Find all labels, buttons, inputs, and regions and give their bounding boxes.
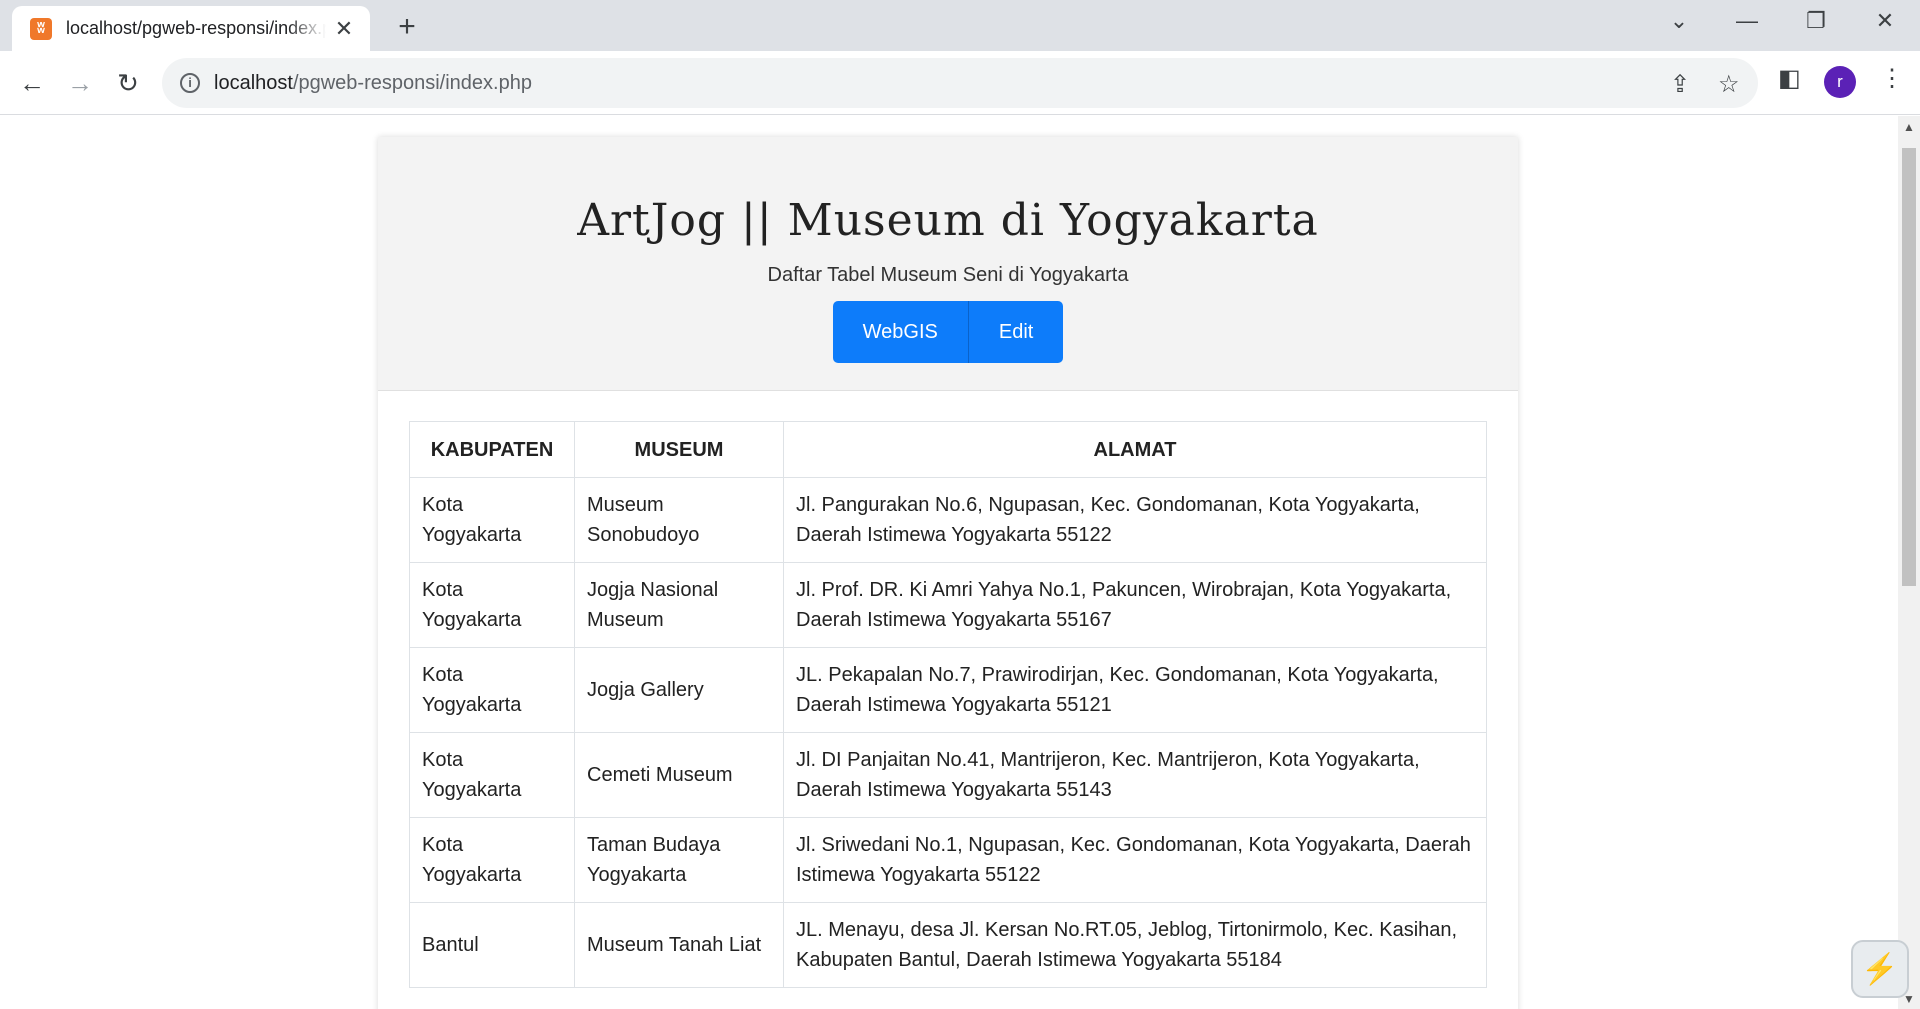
- cell-museum: Museum Tanah Liat: [574, 902, 784, 988]
- scrollbar-thumb[interactable]: [1902, 148, 1916, 586]
- header-museum: MUSEUM: [574, 421, 784, 478]
- page-subtitle: Daftar Tabel Museum Seni di Yogyakarta: [767, 264, 1129, 286]
- page-viewport: ArtJog || Museum di Yogyakarta Daftar Ta…: [0, 116, 1898, 1009]
- restore-icon[interactable]: ❐: [1796, 8, 1836, 34]
- tab-title: localhost/pgweb-responsi/index.php: [66, 18, 326, 38]
- table-row: Kota Yogyakarta Jogja Nasional Museum Jl…: [409, 562, 1487, 648]
- browser-tab[interactable]: ʬ localhost/pgweb-responsi/index.php ✕: [12, 6, 370, 51]
- cell-museum: Taman Budaya Yogyakarta: [574, 817, 784, 903]
- page-title: ArtJog || Museum di Yogyakarta: [577, 195, 1319, 246]
- cell-kabupaten: Bantul: [409, 902, 575, 988]
- cell-alamat: Jl. Sriwedani No.1, Ngupasan, Kec. Gondo…: [783, 817, 1487, 903]
- header-jumbotron: ArtJog || Museum di Yogyakarta Daftar Ta…: [378, 137, 1518, 391]
- edit-button[interactable]: Edit: [967, 301, 1064, 363]
- tab-close-icon[interactable]: ✕: [332, 16, 356, 42]
- table-wrapper: KABUPATEN MUSEUM ALAMAT Kota Yogyakarta …: [378, 391, 1518, 988]
- cell-kabupaten: Kota Yogyakarta: [409, 732, 575, 818]
- tab-search-icon[interactable]: ⌄: [1659, 8, 1699, 34]
- tab-strip: ʬ localhost/pgweb-responsi/index.php ✕ +…: [0, 0, 1920, 51]
- table-row: Kota Yogyakarta Taman Budaya Yogyakarta …: [409, 817, 1487, 903]
- cell-alamat: JL. Pekapalan No.7, Prawirodirjan, Kec. …: [783, 647, 1487, 733]
- cell-alamat: Jl. Prof. DR. Ki Amri Yahya No.1, Pakunc…: [783, 562, 1487, 648]
- cell-alamat: Jl. Pangurakan No.6, Ngupasan, Kec. Gond…: [783, 477, 1487, 563]
- cell-kabupaten: Kota Yogyakarta: [409, 477, 575, 563]
- xampp-favicon-icon: ʬ: [30, 17, 52, 40]
- cell-kabupaten: Kota Yogyakarta: [409, 562, 575, 648]
- header-kabupaten: KABUPATEN: [409, 421, 575, 478]
- table-row: Bantul Museum Tanah Liat JL. Menayu, des…: [409, 902, 1487, 988]
- side-panel-icon[interactable]: ◧: [1778, 64, 1801, 93]
- browser-toolbar: ← → ↻ i localhost/pgweb-responsi/index.p…: [0, 51, 1920, 115]
- cell-museum: Jogja Nasional Museum: [574, 562, 784, 648]
- cell-alamat: JL. Menayu, desa Jl. Kersan No.RT.05, Je…: [783, 902, 1487, 988]
- back-icon[interactable]: ←: [14, 65, 50, 101]
- site-info-icon[interactable]: i: [180, 73, 200, 93]
- floating-extension-icon[interactable]: ⚡: [1851, 940, 1909, 998]
- address-bar[interactable]: i localhost/pgweb-responsi/index.php ⇪ ☆: [162, 58, 1758, 108]
- cell-alamat: Jl. DI Panjaitan No.41, Mantrijeron, Kec…: [783, 732, 1487, 818]
- close-window-icon[interactable]: ✕: [1865, 8, 1905, 34]
- cell-kabupaten: Kota Yogyakarta: [409, 817, 575, 903]
- nav-button-group: WebGIS Edit: [832, 301, 1064, 363]
- museum-table: KABUPATEN MUSEUM ALAMAT Kota Yogyakarta …: [409, 421, 1487, 988]
- cell-museum: Museum Sonobudoyo: [574, 477, 784, 563]
- reload-icon[interactable]: ↻: [110, 65, 146, 101]
- menu-kebab-icon[interactable]: ⋮: [1880, 64, 1904, 93]
- new-tab-button[interactable]: +: [392, 10, 422, 44]
- table-row: Kota Yogyakarta Museum Sonobudoyo Jl. Pa…: [409, 477, 1487, 563]
- cell-museum: Jogja Gallery: [574, 647, 784, 733]
- minimize-icon[interactable]: —: [1727, 8, 1767, 34]
- main-container: ArtJog || Museum di Yogyakarta Daftar Ta…: [378, 137, 1518, 1009]
- forward-icon[interactable]: →: [62, 65, 98, 101]
- cell-museum: Cemeti Museum: [574, 732, 784, 818]
- webgis-button[interactable]: WebGIS: [832, 301, 968, 363]
- url-text[interactable]: localhost/pgweb-responsi/index.php: [214, 72, 532, 95]
- table-row: Kota Yogyakarta Jogja Gallery JL. Pekapa…: [409, 647, 1487, 733]
- table-header-row: KABUPATEN MUSEUM ALAMAT: [409, 421, 1487, 478]
- profile-avatar[interactable]: r: [1824, 66, 1856, 98]
- bookmark-star-icon[interactable]: ☆: [1718, 70, 1740, 99]
- header-alamat: ALAMAT: [783, 421, 1487, 478]
- vertical-scrollbar[interactable]: ▲ ▼: [1898, 116, 1920, 1009]
- share-icon[interactable]: ⇪: [1670, 70, 1690, 99]
- table-row: Kota Yogyakarta Cemeti Museum Jl. DI Pan…: [409, 732, 1487, 818]
- cell-kabupaten: Kota Yogyakarta: [409, 647, 575, 733]
- scroll-up-arrow-icon[interactable]: ▲: [1903, 120, 1915, 134]
